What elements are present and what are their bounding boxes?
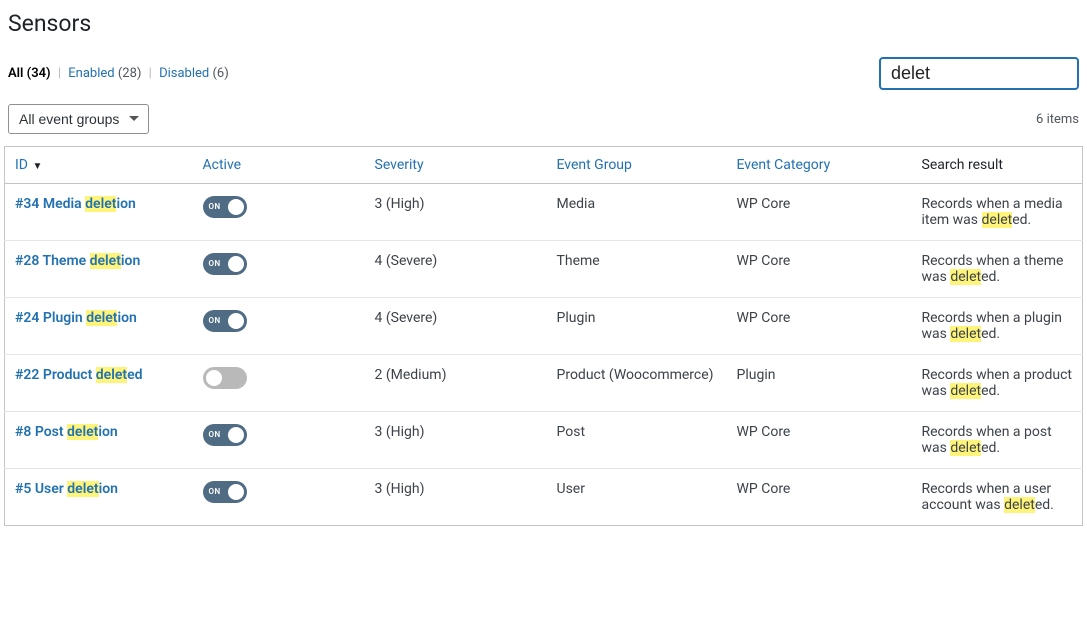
table-row: #22 Product deleted 2 (Medium)Product (Wo… [5,355,1083,412]
category-cell: Plugin [727,355,912,412]
active-toggle[interactable]: ON [203,424,247,446]
items-count: 6 items [1036,112,1079,127]
result-cell: Records when a media item was deleted. [912,184,1083,241]
search-input[interactable] [879,57,1079,90]
filter-disabled[interactable]: Disabled (6) [159,66,229,81]
active-toggle[interactable] [203,367,247,389]
table-row: #8 Post deletion ON 3 (High)PostWP CoreRec… [5,412,1083,469]
sort-desc-icon: ▼ [30,161,42,172]
table-row: #28 Theme deletion ON 4 (Severe)ThemeWP Co… [5,241,1083,298]
result-cell: Records when a product was deleted. [912,355,1083,412]
view-filters: All (34) | Enabled (28) | Disabled (6) [8,66,229,81]
event-group-select[interactable]: All event groups [8,104,149,134]
col-group[interactable]: Event Group [547,147,727,184]
severity-cell: 3 (High) [365,184,547,241]
sensor-link[interactable]: #34 Media deletion [15,196,136,212]
sensor-link[interactable]: #22 Product deleted [15,367,143,383]
category-cell: WP Core [727,241,912,298]
result-cell: Records when a user account was deleted. [912,469,1083,526]
severity-cell: 3 (High) [365,412,547,469]
category-cell: WP Core [727,184,912,241]
table-row: #24 Plugin deletion ON 4 (Severe)PluginWP … [5,298,1083,355]
sensors-table: ID ▼ Active Severity Event Group Event C… [4,146,1083,526]
result-cell: Records when a theme was deleted. [912,241,1083,298]
severity-cell: 4 (Severe) [365,241,547,298]
filter-enabled[interactable]: Enabled (28) [68,66,141,81]
sensor-link[interactable]: #24 Plugin deletion [15,310,137,326]
category-cell: WP Core [727,469,912,526]
filter-all[interactable]: All (34) [8,66,51,81]
col-id[interactable]: ID ▼ [5,147,193,184]
col-active[interactable]: Active [193,147,365,184]
col-severity[interactable]: Severity [365,147,547,184]
group-cell: Plugin [547,298,727,355]
severity-cell: 3 (High) [365,469,547,526]
category-cell: WP Core [727,412,912,469]
group-cell: Post [547,412,727,469]
active-toggle[interactable]: ON [203,481,247,503]
group-cell: User [547,469,727,526]
result-cell: Records when a post was deleted. [912,412,1083,469]
col-result: Search result [912,147,1083,184]
active-toggle[interactable]: ON [203,196,247,218]
table-row: #34 Media deletion ON 3 (High)MediaWP Core… [5,184,1083,241]
group-cell: Product (Woocommerce) [547,355,727,412]
active-toggle[interactable]: ON [203,310,247,332]
table-row: #5 User deletion ON 3 (High)UserWP CoreRec… [5,469,1083,526]
active-toggle[interactable]: ON [203,253,247,275]
group-cell: Media [547,184,727,241]
sensor-link[interactable]: #8 Post deletion [15,424,118,440]
sensor-link[interactable]: #5 User deletion [15,481,118,497]
severity-cell: 4 (Severe) [365,298,547,355]
severity-cell: 2 (Medium) [365,355,547,412]
sensor-link[interactable]: #28 Theme deletion [15,253,140,269]
group-cell: Theme [547,241,727,298]
result-cell: Records when a plugin was deleted. [912,298,1083,355]
category-cell: WP Core [727,298,912,355]
col-category[interactable]: Event Category [727,147,912,184]
page-title: Sensors [8,10,1083,37]
